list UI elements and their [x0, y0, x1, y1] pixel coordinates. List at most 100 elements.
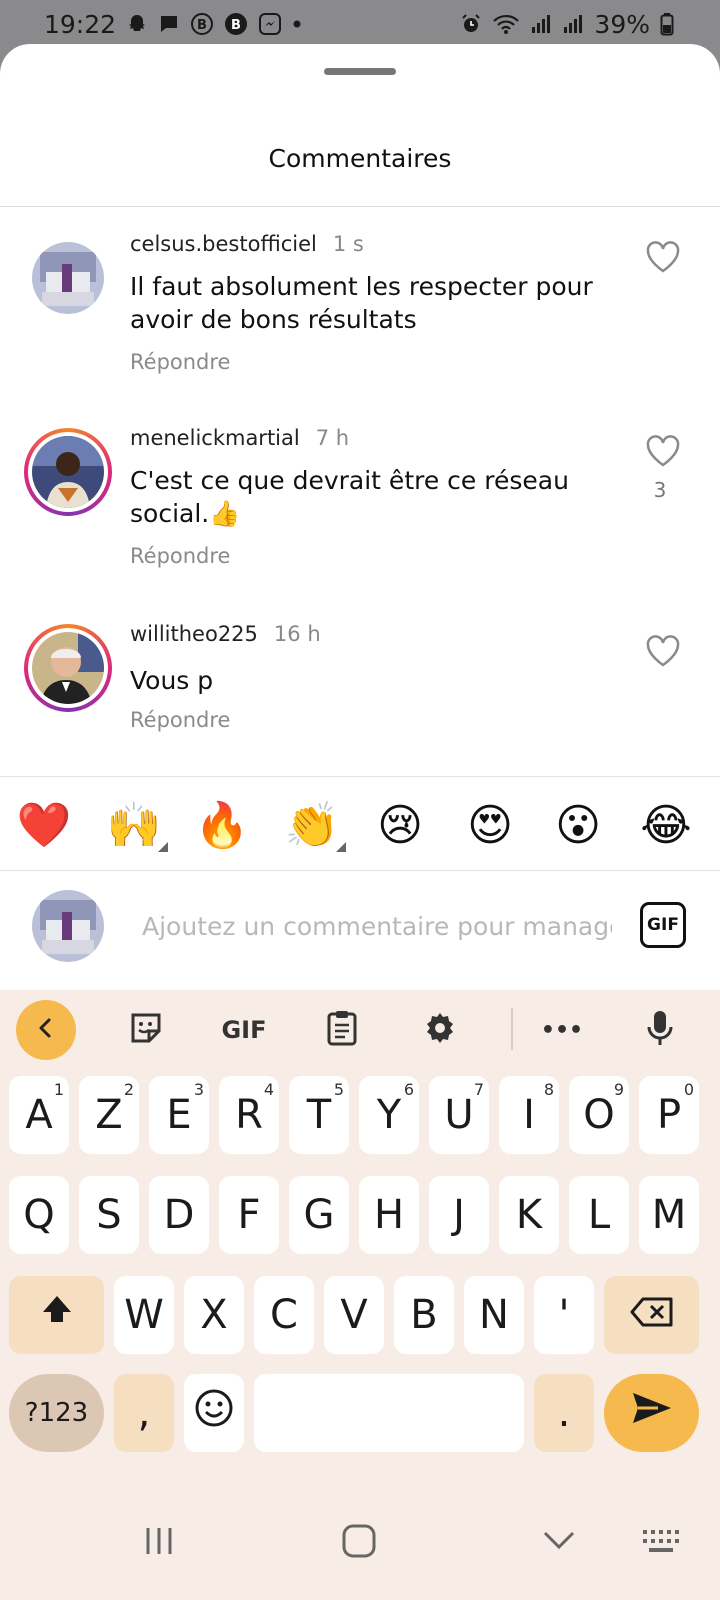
avatar[interactable] [24, 428, 112, 516]
emoji-clap-button[interactable]: 👏 [282, 796, 342, 856]
comment-time: 7 h [315, 426, 350, 450]
period-key[interactable]: . [534, 1374, 594, 1452]
avatar[interactable] [24, 624, 112, 712]
key-q[interactable]: Q [9, 1176, 69, 1254]
key-e[interactable]: E3 [149, 1076, 209, 1154]
emoji-laughing-button[interactable]: 😂 [636, 796, 696, 856]
key-n[interactable]: N [464, 1276, 524, 1354]
key-x[interactable]: X [184, 1276, 244, 1354]
key-l[interactable]: L [569, 1176, 629, 1254]
comment-username[interactable]: menelickmartial [130, 426, 300, 450]
comment-input[interactable] [142, 902, 612, 950]
clipboard-button[interactable] [314, 1002, 370, 1058]
keyboard-gif-button[interactable]: GIF [216, 1002, 272, 1058]
key-p[interactable]: P0 [639, 1076, 699, 1154]
key-r[interactable]: R4 [219, 1076, 279, 1154]
key-u[interactable]: U7 [429, 1076, 489, 1154]
key-d[interactable]: D [149, 1176, 209, 1254]
signal-icon [562, 13, 584, 35]
keyboard-grid-icon [641, 1527, 681, 1559]
hide-keyboard-button[interactable] [534, 1518, 584, 1568]
key-hint: 3 [193, 1080, 204, 1099]
backspace-key[interactable] [604, 1276, 699, 1354]
key-f[interactable]: F [219, 1176, 279, 1254]
key-t[interactable]: T5 [289, 1076, 349, 1154]
reply-button[interactable]: Répondre [130, 350, 230, 374]
symbols-key[interactable]: ?123 [9, 1374, 104, 1452]
key-apostrophe[interactable]: ' [534, 1276, 594, 1354]
emoji-raised-hands-button[interactable]: 🙌 [104, 796, 164, 856]
shift-key[interactable] [9, 1276, 104, 1354]
key-hint: 8 [543, 1080, 554, 1099]
gif-button[interactable]: GIF [640, 902, 686, 948]
like-heart-icon[interactable] [645, 434, 681, 468]
send-key[interactable] [604, 1374, 699, 1452]
key-g[interactable]: G [289, 1176, 349, 1254]
svg-text:B: B [231, 18, 241, 33]
reply-button[interactable]: Répondre [130, 708, 230, 732]
key-h[interactable]: H [359, 1176, 419, 1254]
comment-username[interactable]: celsus.bestofficiel [130, 232, 317, 256]
key-label: I [523, 1092, 535, 1138]
key-z[interactable]: Z2 [79, 1076, 139, 1154]
battery-icon [660, 12, 674, 36]
emoji-fire-button[interactable]: 🔥 [192, 796, 252, 856]
recents-button[interactable] [134, 1518, 184, 1568]
skin-tone-indicator-icon [336, 842, 346, 852]
sheet-title: Commentaires [268, 144, 452, 173]
status-right: 39% [460, 10, 674, 39]
sticker-button[interactable] [118, 1002, 174, 1058]
key-w[interactable]: W [114, 1276, 174, 1354]
avatar-image [32, 436, 104, 508]
key-b[interactable]: B [394, 1276, 454, 1354]
emoji-key[interactable] [184, 1374, 244, 1452]
home-icon [341, 1523, 377, 1563]
avatar-image [32, 632, 104, 704]
emoji-crying-button[interactable]: 😢 [370, 796, 430, 856]
key-a[interactable]: A1 [9, 1076, 69, 1154]
key-label: A [25, 1092, 53, 1138]
keyboard-switch-button[interactable] [636, 1518, 686, 1568]
key-v[interactable]: V [324, 1276, 384, 1354]
emoji-surprised-button[interactable]: 😮 [548, 796, 608, 856]
comment-item: celsus.bestofficiel 1 s Il faut absolume… [0, 230, 720, 410]
key-k[interactable]: K [499, 1176, 559, 1254]
status-time: 19:22 [44, 9, 117, 39]
chevron-left-icon [35, 1017, 57, 1043]
avatar[interactable] [24, 234, 112, 322]
snapchat-icon [126, 13, 148, 35]
key-hint: 9 [613, 1080, 624, 1099]
keyboard-back-button[interactable] [16, 1000, 76, 1060]
key-y[interactable]: Y6 [359, 1076, 419, 1154]
settings-button[interactable] [412, 1002, 468, 1058]
key-s[interactable]: S [79, 1176, 139, 1254]
key-o[interactable]: O9 [569, 1076, 629, 1154]
space-key[interactable] [254, 1374, 524, 1452]
emoji-heart-eyes-button[interactable]: 😍 [460, 796, 520, 856]
home-button[interactable] [334, 1518, 384, 1568]
comma-key[interactable]: , [114, 1374, 174, 1452]
smiley-icon [194, 1388, 234, 1438]
key-m[interactable]: M [639, 1176, 699, 1254]
key-c[interactable]: C [254, 1276, 314, 1354]
reply-button[interactable]: Répondre [130, 544, 230, 568]
avatar-ring-inner [28, 432, 108, 512]
voice-input-button[interactable] [632, 1002, 688, 1058]
comment-username[interactable]: willitheo225 [130, 622, 258, 646]
key-hint: 2 [123, 1080, 134, 1099]
key-i[interactable]: I8 [499, 1076, 559, 1154]
key-label: Y [376, 1092, 402, 1138]
key-j[interactable]: J [429, 1176, 489, 1254]
key-label: R [235, 1092, 263, 1138]
like-heart-icon[interactable] [645, 240, 681, 274]
more-options-button[interactable]: ••• [534, 1002, 590, 1058]
divider [0, 870, 720, 871]
keyboard: GIF ••• A1 Z2 E3 R4 T5 Y6 U7 I8 O9 P0 Q … [0, 990, 720, 1600]
emoji-heart-button[interactable]: ❤️ [14, 796, 74, 856]
status-left: 19:22 B B [44, 10, 302, 39]
comment-header: celsus.bestofficiel 1 s [130, 232, 364, 256]
message-icon [158, 13, 180, 35]
sheet-grabber[interactable] [324, 68, 396, 75]
comment-header: menelickmartial 7 h [130, 426, 349, 450]
like-heart-icon[interactable] [645, 634, 681, 668]
